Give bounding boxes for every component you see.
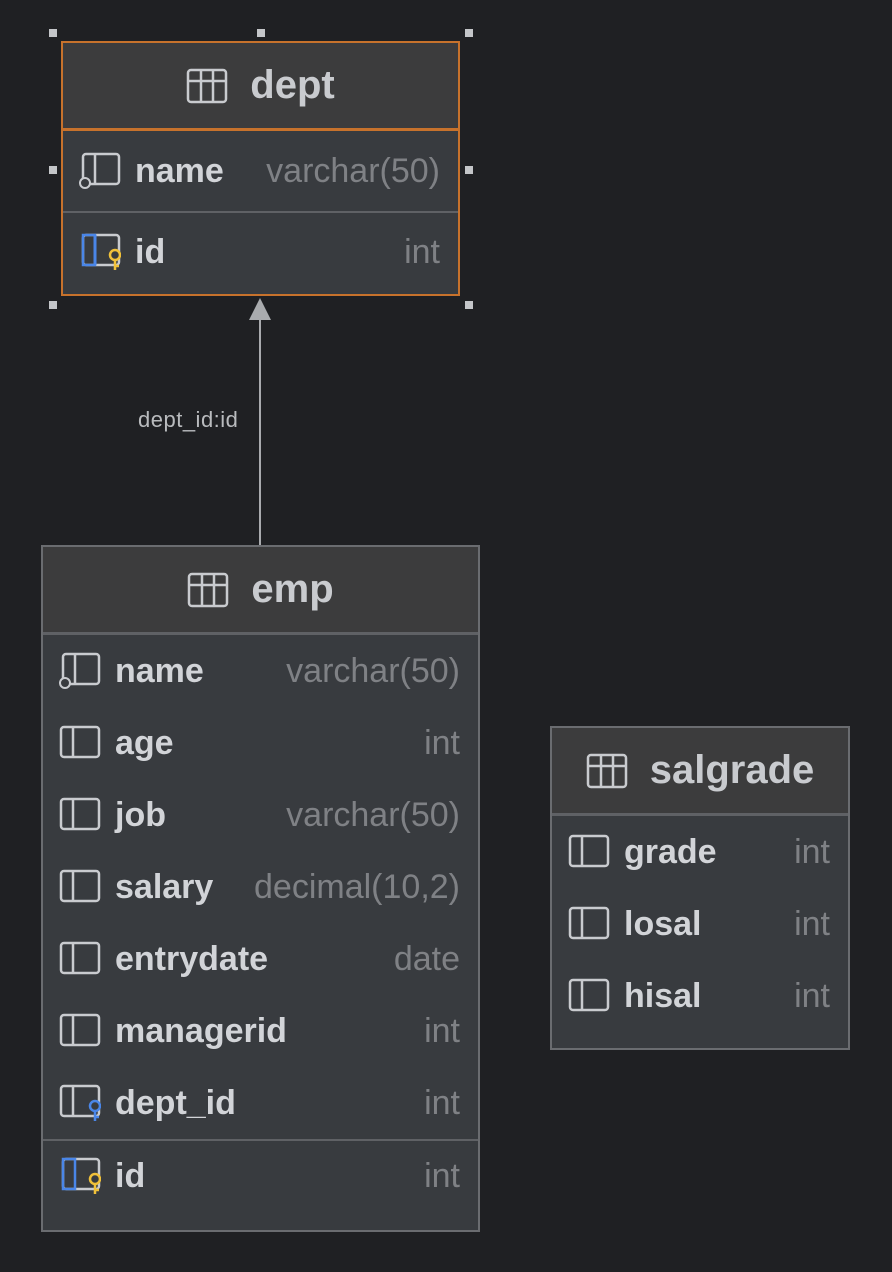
column-type: int (404, 232, 440, 271)
column-row[interactable]: grade int (552, 816, 848, 888)
column-icon (568, 834, 610, 868)
table-title: emp (251, 567, 334, 611)
column-icon (59, 725, 101, 759)
column-row[interactable]: name varchar(50) (43, 635, 478, 707)
column-type: varchar(50) (286, 651, 460, 690)
table-title: dept (250, 63, 335, 107)
table-title: salgrade (649, 748, 815, 792)
column-row[interactable]: entrydate date (43, 923, 478, 995)
column-icon (59, 797, 101, 831)
column-row[interactable]: name varchar(50) (63, 131, 458, 211)
column-row[interactable]: managerid int (43, 995, 478, 1067)
primary-key-icon (61, 1157, 101, 1194)
table-header: emp (43, 547, 478, 635)
column-row[interactable]: job varchar(50) (43, 779, 478, 851)
column-row[interactable]: losal int (552, 888, 848, 960)
resize-handle[interactable] (49, 166, 57, 174)
column-row[interactable]: salary decimal(10,2) (43, 851, 478, 923)
column-icon (568, 906, 610, 940)
column-icon (59, 941, 101, 975)
column-name: grade (624, 832, 717, 871)
column-name: id (135, 232, 166, 271)
column-type: varchar(50) (286, 795, 460, 834)
column-row[interactable]: hisal int (552, 960, 848, 1032)
column-type: date (393, 939, 460, 978)
column-name: name (135, 151, 224, 190)
column-name: losal (624, 904, 702, 943)
column-row[interactable]: age int (43, 707, 478, 779)
resize-handle[interactable] (465, 301, 473, 309)
foreign-key-icon (59, 1084, 101, 1121)
resize-handle[interactable] (257, 29, 265, 37)
column-icon (568, 978, 610, 1012)
resize-handle[interactable] (49, 29, 57, 37)
column-name: id (115, 1156, 146, 1195)
column-index-icon (59, 652, 101, 689)
relationship-label: dept_id:id (138, 407, 239, 432)
column-type: int (794, 904, 830, 943)
column-type: int (424, 1011, 460, 1050)
column-type: int (424, 1156, 460, 1195)
column-name: salary (115, 867, 214, 906)
column-name: age (115, 723, 174, 762)
table-icon (187, 68, 228, 103)
column-name: hisal (624, 976, 702, 1015)
column-index-icon (79, 152, 121, 189)
table-icon (586, 753, 627, 788)
table-salgrade[interactable]: salgrade grade int losal int hisal int (550, 726, 850, 1050)
column-type: int (794, 832, 830, 871)
column-row[interactable]: id int (63, 211, 458, 291)
column-name: entrydate (115, 939, 269, 978)
column-name: managerid (115, 1011, 287, 1050)
column-type: int (424, 723, 460, 762)
column-name: job (115, 795, 166, 834)
column-row[interactable]: dept_id int (43, 1067, 478, 1139)
column-name: dept_id (115, 1083, 236, 1122)
table-header: salgrade (552, 728, 848, 816)
column-row[interactable]: id int (43, 1139, 478, 1211)
column-type: int (794, 976, 830, 1015)
resize-handle[interactable] (49, 301, 57, 309)
column-icon (59, 869, 101, 903)
resize-handle[interactable] (465, 29, 473, 37)
primary-key-icon (81, 233, 121, 270)
relationship-arrowhead (249, 298, 271, 320)
column-icon (59, 1013, 101, 1047)
table-header: dept (63, 43, 458, 131)
table-dept[interactable]: dept name varchar(50) id int (61, 41, 460, 296)
table-emp[interactable]: emp name varchar(50) age int job varchar… (41, 545, 480, 1232)
column-type: varchar(50) (266, 151, 440, 190)
column-name: name (115, 651, 204, 690)
resize-handle[interactable] (465, 166, 473, 174)
column-type: decimal(10,2) (254, 867, 460, 906)
column-type: int (424, 1083, 460, 1122)
table-icon (188, 572, 229, 607)
